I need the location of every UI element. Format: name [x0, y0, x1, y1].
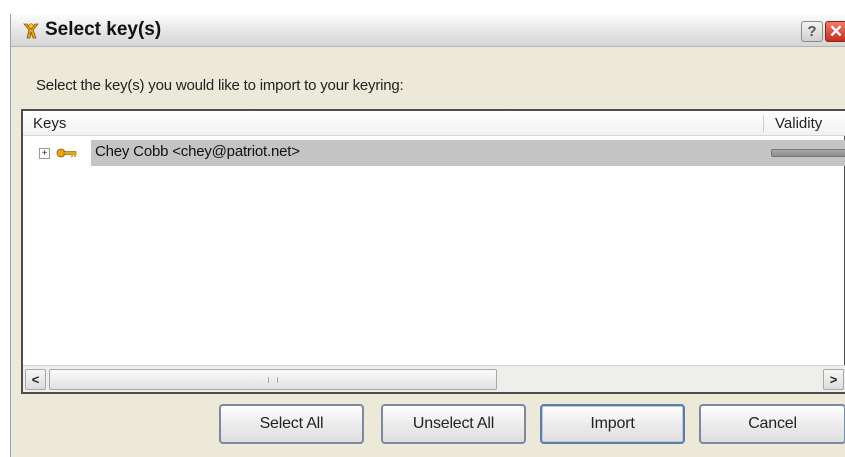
close-button[interactable]: ✕: [825, 21, 845, 42]
dialog-title: Select key(s): [45, 19, 162, 40]
keys-icon: [23, 23, 39, 39]
keys-list[interactable]: Keys Validity + Chey Cobb <chey@patriot.…: [21, 109, 845, 394]
expand-icon[interactable]: +: [39, 148, 50, 159]
select-keys-dialog: Select key(s) ? ✕ Select the key(s) you …: [10, 14, 845, 457]
column-header-validity[interactable]: Validity: [775, 115, 822, 132]
scroll-left-button[interactable]: <: [25, 369, 46, 390]
import-button[interactable]: Import: [540, 404, 685, 444]
grip-icon: [268, 377, 278, 383]
title-bar[interactable]: Select key(s) ? ✕: [11, 14, 845, 47]
help-button[interactable]: ?: [801, 21, 823, 42]
instruction-text: Select the key(s) you would like to impo…: [36, 77, 404, 94]
key-row[interactable]: + Chey Cobb <chey@patriot.net>: [23, 140, 845, 166]
column-header-keys[interactable]: Keys: [33, 115, 66, 132]
cancel-button[interactable]: Cancel: [699, 404, 845, 444]
horizontal-scrollbar[interactable]: < >: [23, 365, 845, 392]
validity-bar: [771, 149, 845, 157]
scroll-thumb[interactable]: [49, 369, 497, 390]
unselect-all-button[interactable]: Unselect All: [381, 404, 526, 444]
list-header: Keys Validity: [23, 111, 845, 136]
key-icon: [56, 148, 77, 158]
select-all-button[interactable]: Select All: [219, 404, 364, 444]
key-name[interactable]: Chey Cobb <chey@patriot.net>: [95, 143, 300, 160]
scroll-right-button[interactable]: >: [823, 369, 844, 390]
column-separator[interactable]: [763, 115, 764, 132]
